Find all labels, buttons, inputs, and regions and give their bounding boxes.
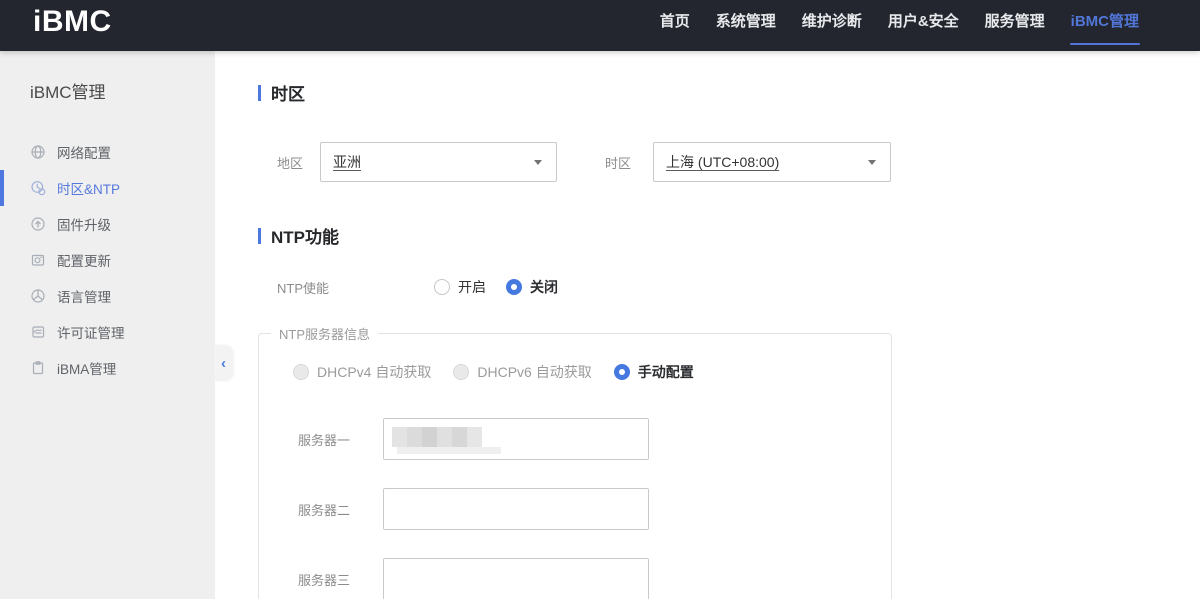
config-update-icon: [30, 252, 46, 268]
nav-item-user-security[interactable]: 用户&安全: [875, 0, 972, 51]
sidebar-item-label: 固件升级: [57, 214, 111, 234]
timezone-ntp-icon: [30, 180, 46, 196]
sidebar-menu: 网络配置 时区&NTP 固件升级 配置更新: [0, 134, 215, 386]
sidebar-item-label: iBMA管理: [57, 358, 116, 378]
ntp-section-title: NTP功能: [258, 223, 1200, 248]
top-header: iBMC 首页 系统管理 维护诊断 用户&安全 服务管理 iBMC管理: [0, 0, 1200, 51]
radio-dhcpv4-auto[interactable]: DHCPv4 自动获取: [293, 362, 431, 382]
radio-circle-unselected: [434, 279, 450, 295]
app-logo: iBMC: [33, 5, 112, 39]
chevron-down-icon: [534, 160, 542, 165]
redacted-value-blur: [392, 427, 482, 447]
timezone-form-row: 地区 亚洲 时区 上海 (UTC+08:00): [258, 142, 1200, 182]
sidebar-item-label: 网络配置: [57, 142, 111, 162]
sidebar-collapse-button[interactable]: ‹: [214, 345, 233, 381]
region-select-value: 亚洲: [333, 152, 361, 172]
nav-item-home[interactable]: 首页: [647, 0, 703, 51]
sidebar-item-label: 许可证管理: [57, 322, 125, 342]
chevron-down-icon: [868, 160, 876, 165]
ntp-enable-radio-group: 开启 关闭: [434, 277, 558, 297]
server-two-input[interactable]: [383, 488, 649, 530]
ntp-server-info-legend: NTP服务器信息: [271, 324, 378, 343]
nav-item-system[interactable]: 系统管理: [703, 0, 789, 51]
server-three-row: 服务器三: [259, 558, 891, 599]
license-icon: [30, 324, 46, 340]
sidebar-item-config-update[interactable]: 配置更新: [0, 242, 215, 278]
redacted-value-blur-tail: [397, 447, 501, 454]
sidebar-item-ibma-management[interactable]: iBMA管理: [0, 350, 215, 386]
sidebar-item-label: 配置更新: [57, 250, 111, 270]
server-one-row: 服务器一: [259, 418, 891, 460]
language-icon: [30, 288, 46, 304]
radio-circle-disabled: [453, 364, 469, 380]
server-three-label: 服务器三: [259, 570, 383, 589]
radio-circle-selected: [614, 364, 630, 380]
ibma-icon: [30, 360, 46, 376]
nav-item-services[interactable]: 服务管理: [972, 0, 1058, 51]
sidebar-item-firmware-upgrade[interactable]: 固件升级: [0, 206, 215, 242]
sidebar: iBMC管理 网络配置 时区&NTP 固件升级: [0, 51, 215, 599]
ntp-enable-row: NTP使能 开启 关闭: [258, 277, 1200, 297]
firmware-upgrade-icon: [30, 216, 46, 232]
timezone-select-value: 上海 (UTC+08:00): [666, 152, 779, 172]
radio-circle-disabled: [293, 364, 309, 380]
section-accent-bar: [258, 228, 261, 244]
timezone-select[interactable]: 上海 (UTC+08:00): [653, 142, 891, 182]
server-two-label: 服务器二: [259, 500, 383, 519]
radio-ntp-off[interactable]: 关闭: [506, 277, 558, 297]
section-accent-bar: [258, 85, 261, 101]
chevron-left-icon: ‹: [221, 355, 226, 372]
timezone-label: 时区: [605, 153, 631, 172]
radio-manual-config[interactable]: 手动配置: [614, 362, 694, 382]
sidebar-item-label: 语言管理: [57, 286, 111, 306]
sidebar-item-license-management[interactable]: 许可证管理: [0, 314, 215, 350]
server-three-input[interactable]: [383, 558, 649, 599]
region-select[interactable]: 亚洲: [320, 142, 557, 182]
network-icon: [30, 144, 46, 160]
main-content: 时区 地区 亚洲 时区 上海 (UTC+08:00) NTP功能 NTP使能: [215, 51, 1200, 599]
ntp-server-mode-row: DHCPv4 自动获取 DHCPv6 自动获取 手动配置: [259, 362, 891, 382]
sidebar-title: iBMC管理: [30, 78, 215, 103]
ntp-enable-label: NTP使能: [277, 278, 434, 297]
top-navigation: 首页 系统管理 维护诊断 用户&安全 服务管理 iBMC管理: [647, 0, 1200, 51]
nav-item-maintenance[interactable]: 维护诊断: [789, 0, 875, 51]
server-two-row: 服务器二: [259, 488, 891, 530]
radio-dhcpv6-auto[interactable]: DHCPv6 自动获取: [453, 362, 591, 382]
sidebar-item-timezone-ntp[interactable]: 时区&NTP: [0, 170, 215, 206]
sidebar-item-language-management[interactable]: 语言管理: [0, 278, 215, 314]
sidebar-item-network-config[interactable]: 网络配置: [0, 134, 215, 170]
ntp-server-info-group: NTP服务器信息 DHCPv4 自动获取 DHCPv6 自动获取 手动配置 服务…: [258, 324, 892, 599]
region-label: 地区: [277, 153, 303, 172]
radio-ntp-on[interactable]: 开启: [434, 277, 486, 297]
sidebar-item-label: 时区&NTP: [57, 178, 120, 198]
timezone-section-title: 时区: [258, 80, 1200, 105]
server-one-label: 服务器一: [259, 430, 383, 449]
nav-item-ibmc-management[interactable]: iBMC管理: [1058, 0, 1152, 51]
radio-circle-selected: [506, 279, 522, 295]
